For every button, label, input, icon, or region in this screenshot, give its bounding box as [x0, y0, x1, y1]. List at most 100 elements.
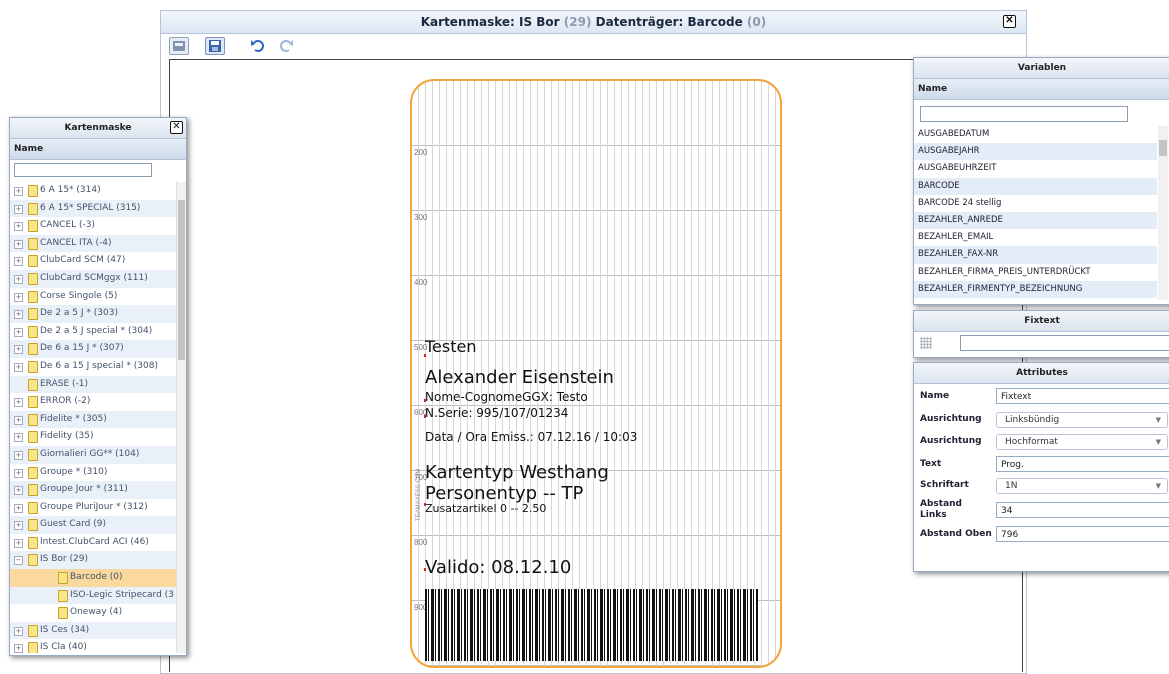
- attr-align-select[interactable]: Linksbündig ▼: [996, 412, 1168, 428]
- attr-orientation-select[interactable]: Hochformat ▼: [996, 434, 1168, 450]
- variable-item[interactable]: BARCODE 24 stellig: [914, 195, 1157, 212]
- tree-item[interactable]: + ClubCard SCMggx (111): [10, 269, 176, 288]
- text-field-personentyp[interactable]: Personentyp -- TP: [425, 483, 583, 504]
- expand-icon[interactable]: +: [14, 415, 23, 425]
- variable-item[interactable]: BEZAHLER_ANREDE: [914, 211, 1157, 230]
- tree-item[interactable]: + Guest Card (9): [10, 516, 176, 534]
- tree-item[interactable]: ERASE (-1): [10, 375, 176, 394]
- tree-item[interactable]: + Fidelite * (305): [10, 410, 176, 429]
- tree-item[interactable]: + De 6 a 15 J * (307): [10, 340, 176, 358]
- tree-item[interactable]: − IS Bor (29): [10, 551, 176, 570]
- tree-item[interactable]: + ClubCard SCM (47): [10, 252, 176, 270]
- text-field-kartentyp[interactable]: Kartentyp Westhang: [425, 462, 609, 483]
- tree-item[interactable]: + IS Ces (34): [10, 621, 176, 640]
- expand-icon[interactable]: +: [14, 239, 23, 249]
- tree-item[interactable]: + Groupe Jour * (311): [10, 481, 176, 499]
- tree-item[interactable]: + De 6 a 15 J special * (308): [10, 358, 176, 376]
- expand-icon[interactable]: +: [14, 538, 23, 548]
- expand-icon[interactable]: +: [14, 274, 23, 284]
- expand-icon[interactable]: +: [14, 433, 23, 443]
- redo-icon[interactable]: [277, 37, 295, 53]
- tree-item[interactable]: Oneway (4): [10, 604, 176, 622]
- text-field-valido[interactable]: Valido: 08.12.10: [425, 557, 571, 578]
- variable-item[interactable]: AUSGABEUHRZEIT: [914, 160, 1157, 177]
- tree-item[interactable]: + Groupe * (310): [10, 464, 176, 482]
- expand-icon[interactable]: +: [14, 257, 23, 267]
- variable-item[interactable]: BARCODE: [914, 177, 1157, 195]
- tree-item-text: ISO-Legic Stripecard (3: [70, 587, 174, 605]
- expand-icon[interactable]: +: [14, 503, 23, 513]
- attr-name-field[interactable]: Fixtext: [996, 388, 1169, 404]
- undo-icon[interactable]: [249, 37, 267, 53]
- expand-icon[interactable]: +: [14, 187, 23, 196]
- card-template-icon: [28, 325, 38, 338]
- expand-icon[interactable]: +: [14, 398, 23, 408]
- attr-font-select[interactable]: 1N ▼: [996, 478, 1168, 494]
- variable-item[interactable]: BEZAHLER_FIRMENTYP_BEZEICHNUNG: [914, 280, 1157, 298]
- expand-icon[interactable]: +: [14, 644, 23, 653]
- variable-item[interactable]: BEZAHLER_FIRMA_PREIS_UNTERDRÜCKT: [914, 264, 1157, 281]
- tree-item[interactable]: + De 2 a 5 J special * (304): [10, 323, 176, 341]
- drag-handle-icon[interactable]: [920, 337, 932, 349]
- close-icon[interactable]: ✕: [170, 121, 183, 134]
- attr-left-field[interactable]: 34: [996, 502, 1169, 518]
- tree-item[interactable]: + Groupe PluriJour * (312): [10, 499, 176, 517]
- variable-item[interactable]: AUSGABEJAHR: [914, 143, 1157, 161]
- expand-icon[interactable]: +: [14, 204, 23, 214]
- expand-icon[interactable]: +: [14, 362, 23, 372]
- expand-icon[interactable]: +: [14, 292, 23, 302]
- expand-icon[interactable]: +: [14, 468, 23, 478]
- column-header-name[interactable]: Name: [914, 79, 1169, 100]
- expand-icon[interactable]: +: [14, 222, 23, 232]
- tree-item[interactable]: + CANCEL (-3): [10, 217, 176, 235]
- scrollbar-thumb[interactable]: [178, 200, 185, 360]
- expand-icon[interactable]: +: [14, 486, 23, 496]
- tree-item[interactable]: + CANCEL ITA (-4): [10, 234, 176, 253]
- attr-top-field[interactable]: 796: [996, 526, 1169, 542]
- search-input[interactable]: [14, 163, 152, 177]
- expand-icon[interactable]: +: [14, 327, 23, 337]
- variable-item[interactable]: BEZAHLER_FAX-NR: [914, 246, 1157, 264]
- open-icon[interactable]: [169, 37, 189, 55]
- fixtext-input[interactable]: [960, 335, 1169, 351]
- column-header-name[interactable]: Name: [10, 139, 186, 160]
- text-field-serie[interactable]: N.Serie: 995/107/01234: [425, 406, 568, 420]
- tree-item[interactable]: +6 A 15* (314): [10, 182, 176, 200]
- expand-icon[interactable]: +: [14, 310, 23, 320]
- variable-search-input[interactable]: [920, 106, 1128, 122]
- expand-icon[interactable]: +: [14, 521, 23, 531]
- tree-item[interactable]: + De 2 a 5 J * (303): [10, 305, 176, 323]
- text-field-nome[interactable]: Nome-CognomeGGX: Testo: [425, 390, 588, 404]
- scrollbar[interactable]: [176, 182, 186, 653]
- collapse-icon[interactable]: −: [14, 556, 23, 566]
- card-layout[interactable]: 200 300 400 500 600 700 800 900 Testen A…: [410, 79, 782, 668]
- scrollbar[interactable]: [1158, 126, 1168, 300]
- tree-item[interactable]: Barcode (0): [10, 569, 176, 587]
- expand-icon[interactable]: +: [14, 450, 23, 460]
- tree-item[interactable]: + ERROR (-2): [10, 393, 176, 411]
- attr-text-label: Text: [920, 459, 942, 469]
- expand-icon[interactable]: +: [14, 345, 23, 355]
- tree-item[interactable]: + Fidelity (35): [10, 428, 176, 446]
- attr-text-field[interactable]: Prog.: [996, 456, 1169, 472]
- tree-item-label: Groupe *: [40, 466, 84, 477]
- tree-item[interactable]: + Intest.ClubCard ACI (46): [10, 534, 176, 552]
- tree-item[interactable]: + Corse Singole (5): [10, 288, 176, 306]
- variable-item[interactable]: BEZAHLER_EMAIL: [914, 229, 1157, 246]
- save-icon[interactable]: [205, 37, 225, 55]
- expand-icon[interactable]: +: [14, 626, 23, 636]
- barcode[interactable]: [425, 589, 758, 661]
- text-field-zusatz[interactable]: Zusatzartikel 0 -- 2.50: [425, 502, 546, 515]
- tree-item[interactable]: +6 A 15* SPECIAL (315): [10, 199, 176, 218]
- anchor-marker: [424, 503, 426, 506]
- tree-item-text: Groupe PluriJour * (312): [40, 499, 148, 517]
- scrollbar-thumb[interactable]: [1159, 140, 1167, 156]
- tree-item[interactable]: ISO-Legic Stripecard (3: [10, 586, 176, 605]
- text-field-data-ora[interactable]: Data / Ora Emiss.: 07.12.16 / 10:03: [425, 430, 637, 444]
- variable-item[interactable]: AUSGABEDATUM: [914, 126, 1157, 143]
- close-icon[interactable]: ✕: [1003, 15, 1016, 28]
- text-field-name[interactable]: Alexander Eisenstein: [425, 367, 614, 388]
- text-field-testen[interactable]: Testen: [425, 337, 477, 356]
- tree-item[interactable]: + IS Cla (40): [10, 639, 176, 653]
- tree-item[interactable]: + Giornalieri GG** (104): [10, 445, 176, 464]
